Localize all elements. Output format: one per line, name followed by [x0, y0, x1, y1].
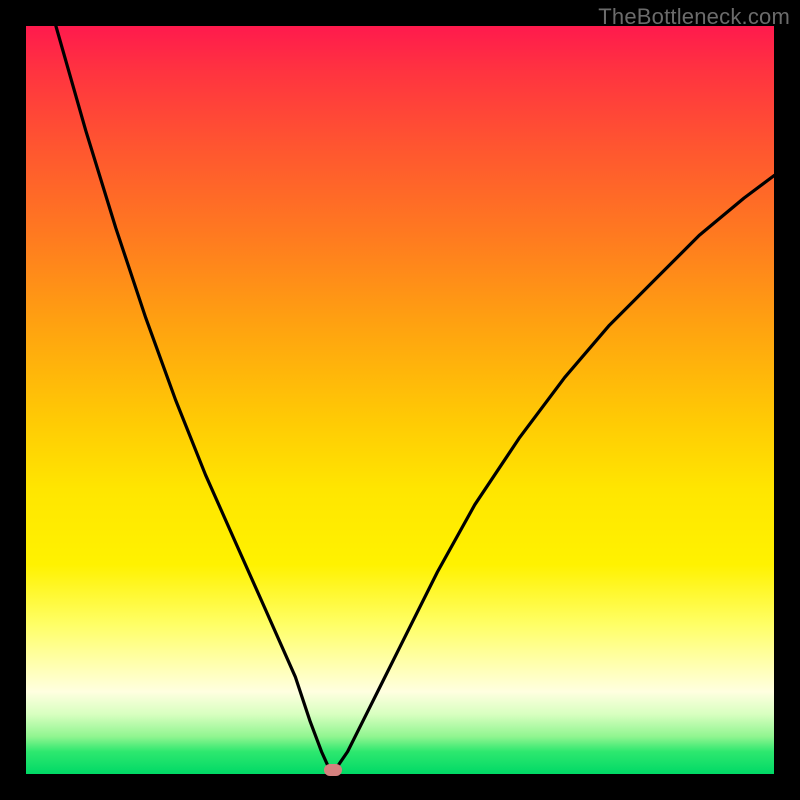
bottleneck-curve: [26, 26, 774, 774]
chart-area: [26, 26, 774, 774]
watermark-text: TheBottleneck.com: [598, 4, 790, 30]
optimal-point-marker: [324, 764, 342, 776]
